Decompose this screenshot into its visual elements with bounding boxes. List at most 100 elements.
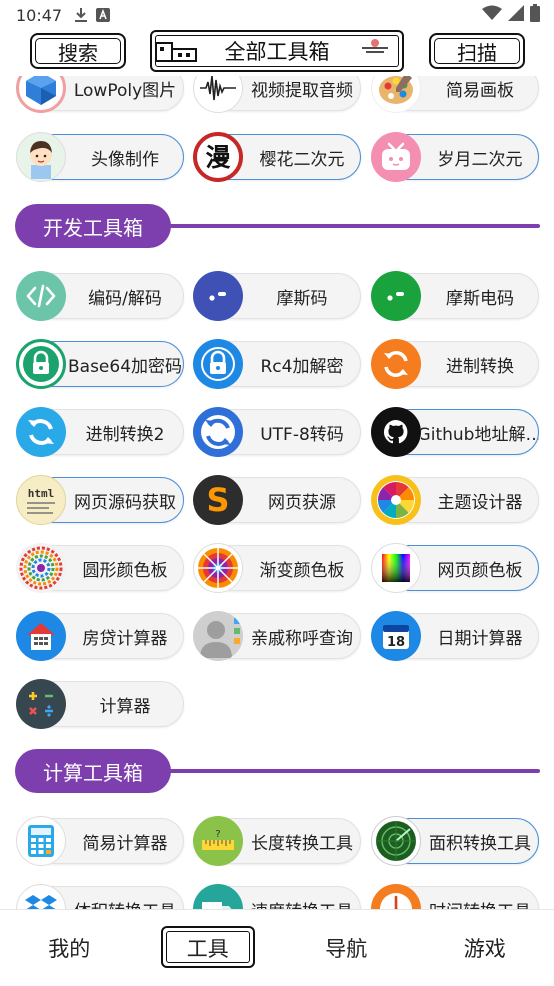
calc-keys-icon [16, 679, 66, 729]
tool-label: 头像制作 [91, 149, 159, 170]
tool-label: 圆形颜色板 [82, 560, 168, 581]
search-button[interactable]: 搜索 [30, 33, 126, 69]
tool-label: 长度转换工具 [251, 833, 353, 854]
color-wheel-icon [371, 475, 421, 525]
tool-label: 简易画板 [446, 80, 514, 101]
tool-base64[interactable]: Base64加密码 [16, 339, 184, 389]
tool-label: 进制转换2 [85, 424, 165, 445]
tool-area-convert[interactable]: 面积转换工具 [371, 816, 539, 866]
page-title: 全部工具箱 [224, 40, 330, 64]
tool-base-convert[interactable]: 进制转换 [371, 339, 539, 389]
download-icon [74, 7, 88, 23]
wifi-icon [482, 5, 502, 25]
tool-video-audio[interactable]: 视频提取音频 [193, 76, 361, 113]
svg-text:html: html [28, 487, 55, 500]
tool-label: Base64加密码 [67, 356, 183, 377]
tool-theme-designer[interactable]: 主题设计器 [371, 475, 539, 525]
building-deco-icon [154, 37, 200, 68]
tool-avatar-maker[interactable]: 头像制作 [16, 132, 184, 182]
tool-github-parse[interactable]: Github地址解… [371, 407, 539, 457]
tool-suiyue-anime[interactable]: 岁月二次元 [371, 132, 539, 182]
svg-text:漫: 漫 [205, 143, 230, 172]
tool-length-convert[interactable]: ? 长度转换工具 [193, 816, 361, 866]
tool-row: Base64加密码 Rc4加解密 进制转换 [0, 338, 554, 390]
nav-label: 导航 [325, 937, 368, 961]
tool-circle-palette[interactable]: 圆形颜色板 [16, 543, 184, 593]
tool-label: 房贷计算器 [82, 628, 168, 649]
status-right [482, 4, 540, 26]
github-icon [371, 407, 421, 457]
nav-mine[interactable]: 我的 [0, 910, 139, 986]
tool-label: 渐变颜色板 [259, 560, 345, 581]
refresh-blue-icon [193, 407, 243, 457]
svg-text:?: ? [215, 829, 220, 840]
tool-label: 日期计算器 [437, 628, 523, 649]
tool-row: 编码/解码 摩斯码 摩斯电码 [0, 270, 554, 322]
tool-lowpoly[interactable]: LowPoly图片 [16, 76, 184, 113]
tool-web-fetch[interactable]: S 网页获源 [193, 475, 361, 525]
tool-label: 亲戚称呼查询 [251, 628, 353, 649]
tool-mortgage-calc[interactable]: 房贷计算器 [16, 611, 184, 661]
calendar-icon: 18 [371, 611, 421, 661]
refresh-cyan-icon [16, 407, 66, 457]
web-palette-icon [371, 543, 421, 593]
tool-morse-code[interactable]: 摩斯电码 [371, 271, 539, 321]
gradient-wheel-icon [193, 543, 243, 593]
tool-date-calc[interactable]: 18 日期计算器 [371, 611, 539, 661]
tool-label: 岁月二次元 [437, 149, 523, 170]
tool-web-palette[interactable]: 网页颜色板 [371, 543, 539, 593]
tool-simple-calc[interactable]: 简易计算器 [16, 816, 184, 866]
tool-kinship-query[interactable]: 亲戚称呼查询 [193, 611, 361, 661]
tool-label: 体积转换工具 [66, 886, 184, 910]
tool-utf8[interactable]: UTF-8转码 [193, 407, 361, 457]
nav-navigation[interactable]: 导航 [277, 910, 416, 986]
tool-row: 房贷计算器 亲戚称呼查询 18 日期计算器 [0, 610, 554, 662]
tool-row: 简易计算器 ? 长度转换工具 面积转换工具 [0, 815, 554, 867]
scan-button[interactable]: 扫描 [429, 33, 525, 69]
sublime-s-icon: S [193, 475, 243, 525]
tool-morse[interactable]: 摩斯码 [193, 271, 361, 321]
tool-page-source[interactable]: html 网页源码获取 [16, 475, 184, 525]
tool-time-convert[interactable]: 时间转换工具 [371, 884, 539, 909]
tool-base-convert-2[interactable]: 进制转换2 [16, 407, 184, 457]
section-divider [165, 769, 540, 773]
tool-encode-decode[interactable]: 编码/解码 [16, 271, 184, 321]
tool-label: 网页颜色板 [437, 560, 523, 581]
scan-button-label: 扫描 [457, 40, 497, 65]
tool-sketchpad[interactable]: 简易画板 [371, 76, 539, 113]
ruler-icon: ? [193, 816, 243, 866]
nav-label: 我的 [48, 937, 91, 961]
tool-row: 体积转换工具 速度转换工具 时间转换工具 [0, 883, 554, 909]
nav-tools[interactable]: 工具 [139, 910, 278, 986]
tool-label: 计算器 [99, 696, 151, 717]
tool-volume-convert[interactable]: 体积转换工具 [16, 884, 184, 910]
tool-label: 主题设计器 [437, 492, 523, 513]
tool-sakura-anime[interactable]: 漫 樱花二次元 [193, 132, 361, 182]
section-title: 开发工具箱 [15, 204, 171, 248]
tool-calculator[interactable]: 计算器 [16, 679, 184, 729]
tool-label: 摩斯码 [276, 288, 328, 309]
bilibili-tv-icon [371, 132, 421, 182]
tool-rc4[interactable]: Rc4加解密 [193, 339, 361, 389]
page-title-frame: 全部工具箱 [150, 30, 404, 72]
nav-label: 游戏 [463, 937, 506, 961]
house-icon [16, 611, 66, 661]
tool-gradient-palette[interactable]: 渐变颜色板 [193, 543, 361, 593]
lock-green-icon [16, 339, 66, 389]
status-bar: 10:47 [0, 0, 554, 30]
tool-row: 计算器 [0, 678, 554, 730]
tool-row: LowPoly图片 视频提取音频 简易画板 [0, 76, 554, 114]
tool-label: UTF-8转码 [260, 424, 344, 445]
tool-row: 头像制作 漫 樱花二次元 岁月二次元 [0, 131, 554, 183]
nav-games[interactable]: 游戏 [416, 910, 554, 986]
tool-label: 摩斯电码 [446, 288, 514, 309]
morse-dot-icon [371, 271, 421, 321]
tool-speed-convert[interactable]: 速度转换工具 [193, 884, 361, 909]
text-a-icon [96, 8, 111, 22]
battery-icon [530, 4, 540, 26]
calculator-icon [16, 816, 66, 866]
tool-label: 进制转换 [446, 356, 514, 377]
refresh-orange-icon [371, 339, 421, 389]
tool-label: 樱花二次元 [259, 149, 345, 170]
svg-text:18: 18 [387, 635, 405, 650]
